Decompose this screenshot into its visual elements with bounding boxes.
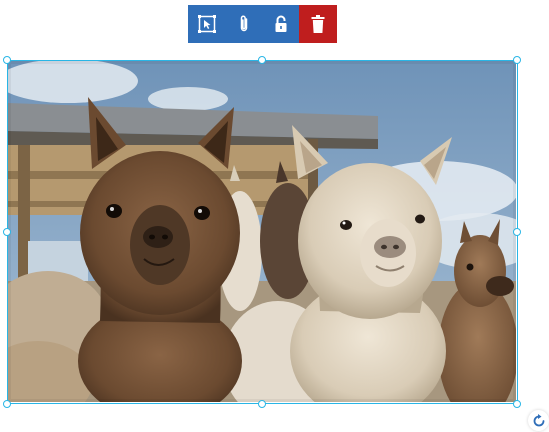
unlock-icon	[275, 15, 286, 32]
resize-handle-top[interactable]	[258, 56, 266, 64]
resize-handle-bottom-left[interactable]	[3, 400, 11, 408]
lock-toggle-button[interactable]	[262, 5, 299, 43]
editor-canvas	[0, 0, 549, 432]
image-toolbar	[188, 5, 337, 43]
rotate-button[interactable]	[528, 410, 549, 431]
resize-handle-top-right[interactable]	[513, 56, 521, 64]
resize-handle-bottom-right[interactable]	[513, 400, 521, 408]
rotate-icon	[533, 413, 544, 426]
selected-image[interactable]	[7, 60, 518, 404]
resize-handle-top-left[interactable]	[3, 56, 11, 64]
crop-select-button[interactable]	[188, 5, 225, 43]
delete-button[interactable]	[299, 5, 337, 43]
resize-handle-left[interactable]	[3, 228, 11, 236]
crop-select-icon	[197, 15, 216, 33]
alpaca-photo	[8, 61, 516, 402]
resize-handle-right[interactable]	[513, 228, 521, 236]
attach-button[interactable]	[225, 5, 262, 43]
trash-icon	[311, 15, 325, 33]
paperclip-icon	[240, 15, 247, 32]
resize-handle-bottom[interactable]	[258, 400, 266, 408]
